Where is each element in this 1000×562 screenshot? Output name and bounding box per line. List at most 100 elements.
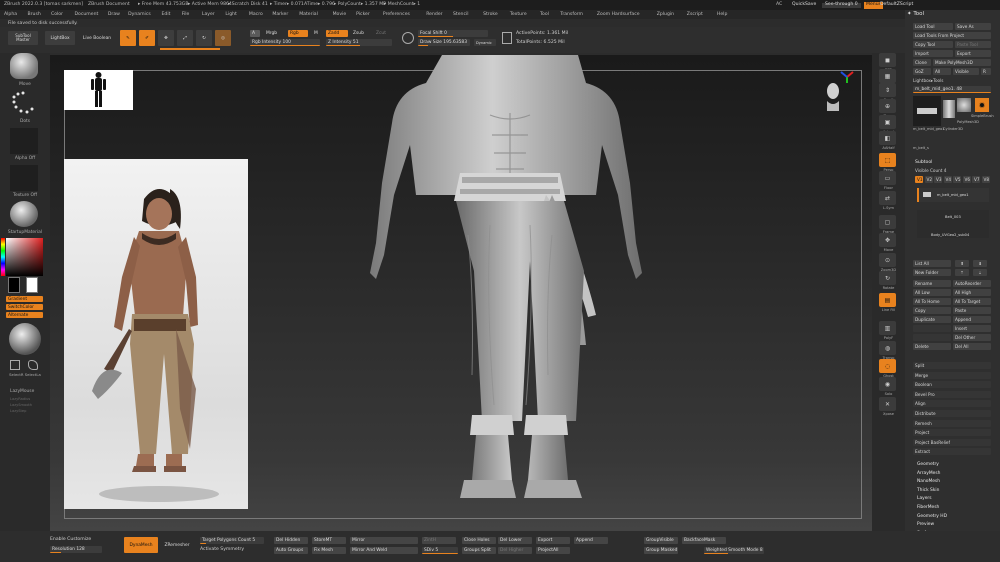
zcut-toggle[interactable]: Zcut	[374, 30, 390, 37]
tool-bevel-pro-button[interactable]: Bevel Pro	[913, 390, 991, 398]
a-toggle[interactable]: A	[250, 30, 260, 37]
menu-help[interactable]: Help	[717, 12, 727, 17]
tray-transp-button[interactable]: ◍	[879, 341, 896, 355]
tray-move-button[interactable]: ✥	[879, 233, 896, 247]
document-canvas[interactable]	[50, 55, 872, 531]
draw-mode-button[interactable]: ✐	[139, 30, 155, 46]
menu-zscript[interactable]: Zscript	[687, 12, 703, 17]
enable-customize-button[interactable]: Enable Customize	[50, 537, 91, 543]
group-masked-button[interactable]: Group Masked	[644, 547, 678, 554]
hue-strip[interactable]	[1, 238, 5, 276]
zremesher-button[interactable]: ZRemesher	[160, 537, 194, 553]
dynamesh-button[interactable]: DynaMesh	[124, 537, 158, 553]
section-nanomesh[interactable]: NanoMesh	[917, 479, 940, 484]
tool-all-to-target-button[interactable]: All To Target	[953, 298, 991, 305]
rgb-toggle[interactable]: Rgb	[288, 30, 308, 37]
tool-header[interactable]: ✦ Tool	[907, 11, 924, 17]
section-preview[interactable]: Preview	[917, 522, 934, 527]
lazy-radius-slider[interactable]: LazyRadius	[10, 397, 30, 401]
menu-material[interactable]: Material	[299, 12, 318, 17]
lightbox-button[interactable]: LightBox	[45, 31, 75, 45]
zintensity-button[interactable]: ZintH	[422, 537, 456, 544]
export-button[interactable]: Export	[955, 50, 991, 57]
menu-zoom-hardsurface[interactable]: Zoom Hardsurface	[597, 12, 640, 17]
menu-preferences[interactable]: Preferences	[383, 12, 410, 17]
draw-size-slider[interactable]: Draw Size 195.63583	[418, 39, 470, 46]
menu-draw[interactable]: Draw	[108, 12, 120, 17]
menu-texture[interactable]: Texture	[510, 12, 527, 17]
subtool-version-v6[interactable]: V6	[962, 176, 971, 183]
subtool-version-v1[interactable]: V1	[915, 176, 923, 183]
m-toggle[interactable]: M	[312, 30, 322, 37]
menu-light[interactable]: Light	[225, 12, 236, 17]
groups-split-button[interactable]: Groups Split	[462, 547, 496, 554]
switch-color-button[interactable]: SwitchColor	[6, 304, 43, 310]
tool-split-button[interactable]: Split	[913, 362, 991, 369]
move-up-button[interactable]: ⇡	[955, 269, 969, 276]
load-tools-from-project-button[interactable]: Load Tools From Project	[913, 32, 991, 39]
mirror-button[interactable]: Mirror	[350, 537, 418, 544]
zsub-toggle[interactable]: Zsub	[351, 30, 369, 37]
arrow-down-button[interactable]: ⬇	[973, 260, 987, 267]
close-holes-button[interactable]: Close Holes	[462, 537, 496, 544]
lazymouse-button[interactable]: LazyMouse	[10, 389, 34, 394]
tool-all-high-button[interactable]: All High	[953, 289, 991, 296]
move-mode-button[interactable]: ✥	[158, 30, 174, 46]
mrgb-toggle[interactable]: Mrgb	[264, 30, 284, 37]
menu-stroke[interactable]: Stroke	[483, 12, 498, 17]
tool-merge-button[interactable]: Merge	[913, 371, 991, 379]
scale-mode-button[interactable]: ⤢	[177, 30, 193, 46]
tray-l-sym-button[interactable]: ⇄	[879, 191, 896, 205]
rgb-intensity-slider[interactable]: Rgb Intensity 100	[250, 39, 320, 46]
texture-thumbnail[interactable]	[10, 165, 38, 191]
make-polymesh-button[interactable]: Make PolyMesh3D	[933, 59, 991, 66]
fix-mesh-button[interactable]: Fix Mesh	[312, 547, 346, 554]
section-thick-skin[interactable]: Thick Skin	[917, 488, 939, 493]
lazy-step-slider[interactable]: LazyStep	[10, 409, 26, 413]
matcap-thumbnail[interactable]	[9, 323, 41, 355]
auto-groups-button[interactable]: Auto Groups	[274, 547, 308, 554]
section-geometry-hd[interactable]: Geometry HD	[917, 514, 947, 519]
tool-all-low-button[interactable]: All Low	[913, 289, 951, 296]
all-button[interactable]: All	[933, 68, 951, 75]
menu-zplugin[interactable]: Zplugin	[657, 12, 674, 17]
sdiv-slider[interactable]: SDiv 5	[422, 547, 458, 554]
live-boolean-button[interactable]: Live Boolean	[80, 31, 114, 45]
gizmo-button[interactable]: ◎	[215, 30, 231, 46]
subtool-item-0[interactable]: m_belt_mid_geo1	[917, 188, 989, 202]
gradient-button[interactable]: Gradient	[6, 296, 43, 302]
selectrect-icon[interactable]	[10, 360, 20, 370]
new-folder-button[interactable]: New Folder	[913, 269, 951, 276]
section-layers[interactable]: Layers	[917, 496, 932, 501]
tray-zoom3d-button[interactable]: ⊙	[879, 253, 896, 267]
tool-remesh-button[interactable]: Remesh	[913, 419, 991, 427]
menu-macro[interactable]: Macro	[249, 12, 263, 17]
append-bottom-button[interactable]: Append	[574, 537, 608, 544]
material-thumbnail[interactable]	[10, 201, 38, 227]
activate-symmetry-button[interactable]: Activate Symmetry	[200, 547, 244, 553]
tray-frame-button[interactable]: ▢	[879, 215, 896, 229]
tray-bpr-button[interactable]: ◼	[879, 53, 896, 67]
sculpted-character-mesh[interactable]	[350, 55, 670, 531]
copy-tool-button[interactable]: Copy Tool	[913, 41, 953, 48]
subtool-version-v8[interactable]: V8	[981, 176, 990, 183]
list-all-button[interactable]: List All	[913, 260, 951, 267]
tool-thumb-cylinder[interactable]	[943, 100, 955, 118]
tool-rename-button[interactable]: Rename	[913, 280, 951, 287]
menu-file[interactable]: File	[182, 12, 190, 17]
current-tool-slider[interactable]: m_belt_mid_geo1. 48	[913, 86, 991, 93]
main-color-swatch[interactable]	[8, 277, 20, 293]
visible-count[interactable]: Visible Count 4	[915, 168, 946, 173]
subtool-master-button[interactable]: SubTool Master	[8, 31, 38, 45]
tray-rotate-button[interactable]: ↻	[879, 271, 896, 285]
tray-polyf-button[interactable]: ▥	[879, 321, 896, 335]
subtool-item-2[interactable]: Body_UVGeo2_sub04	[917, 224, 989, 238]
alternate-button[interactable]: Alternate	[6, 312, 43, 318]
lightbox-tools-button[interactable]: Lightbox▸Tools	[913, 78, 943, 83]
resolution-slider[interactable]: Resolution 128	[50, 546, 102, 553]
quicksave-button[interactable]: QuickSave	[792, 2, 816, 8]
subtool-section-header[interactable]: Subtool	[915, 160, 932, 165]
arrow-up-button[interactable]: ⬆	[955, 260, 969, 267]
color-picker[interactable]	[6, 238, 43, 276]
tool-delete-button[interactable]: Delete	[913, 343, 951, 350]
